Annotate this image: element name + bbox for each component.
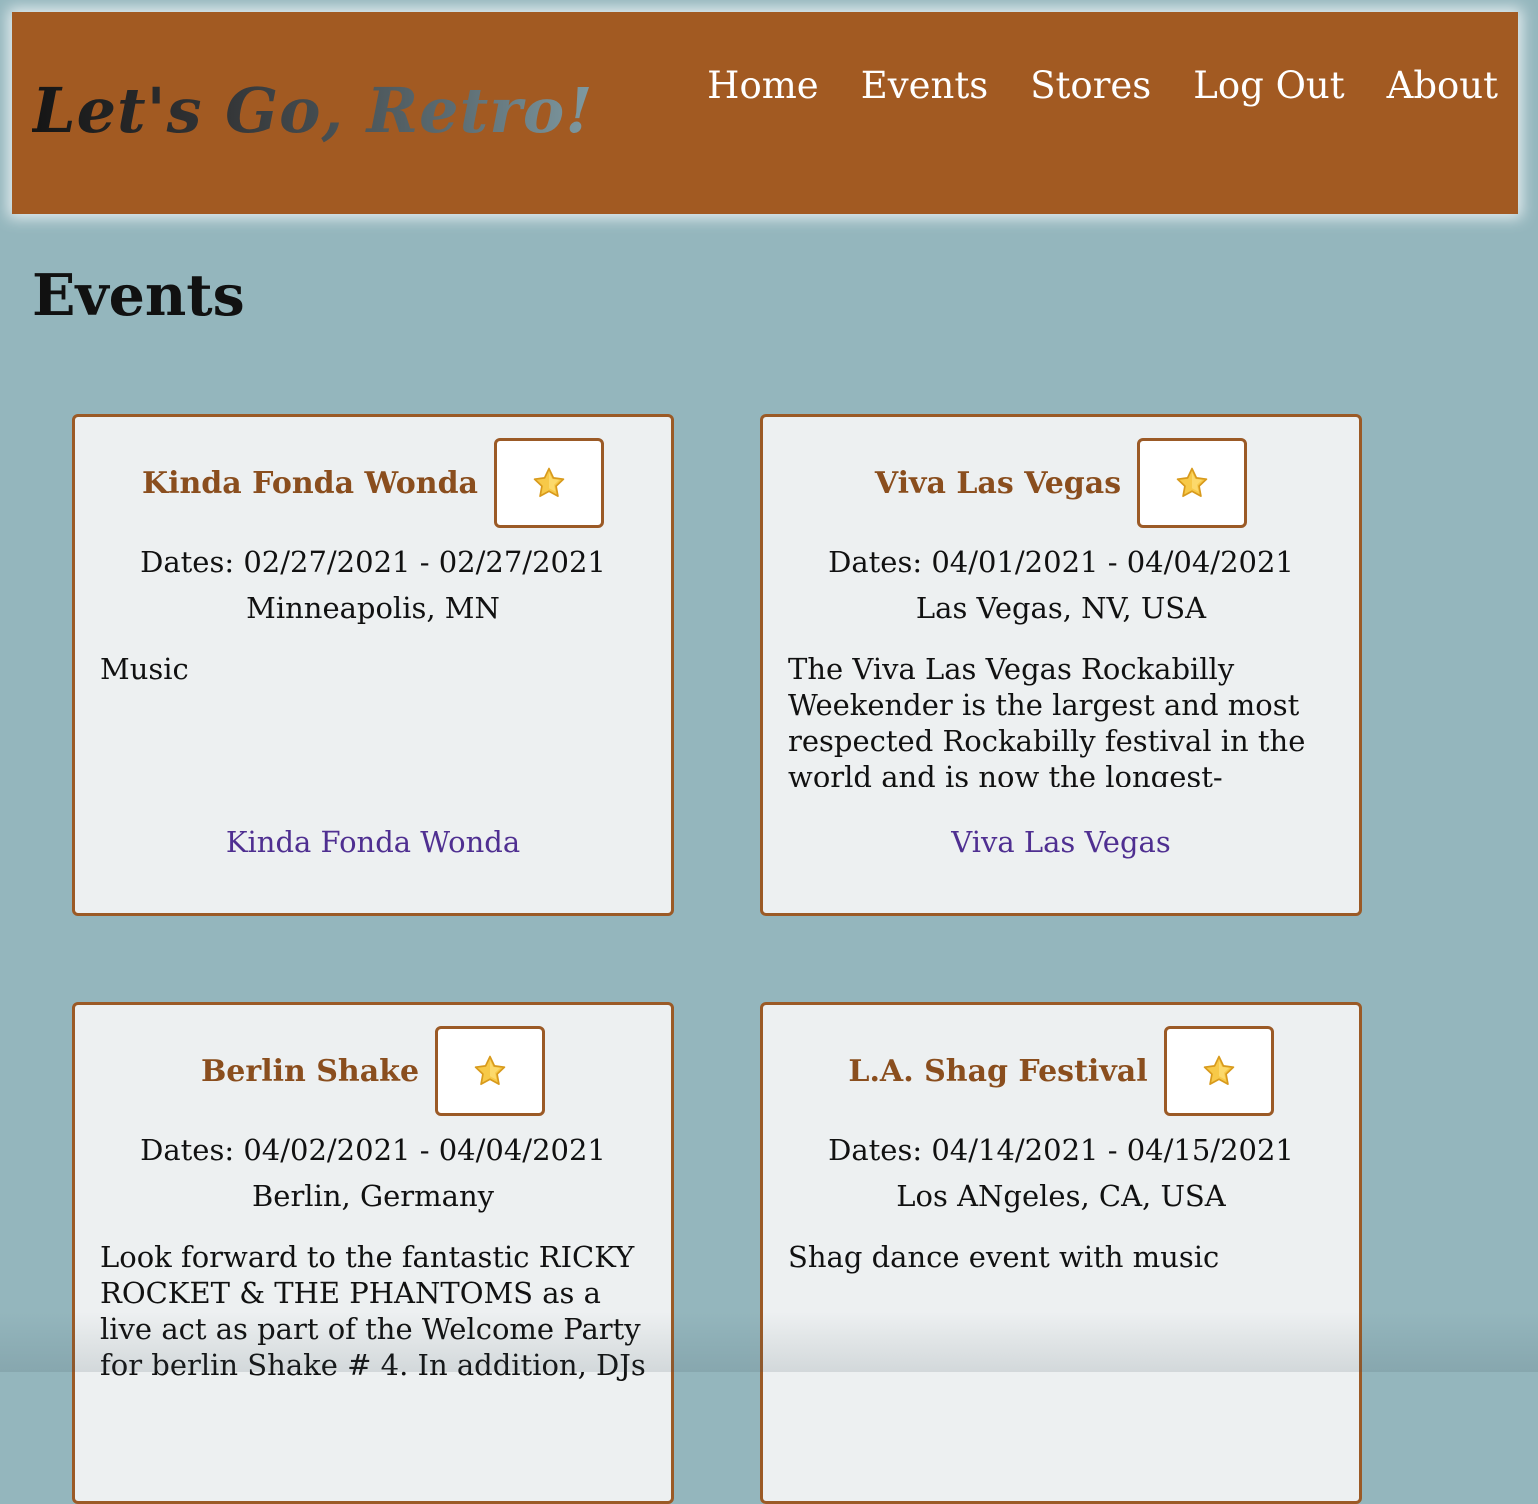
event-description: Music [100,651,646,797]
event-dates: Dates: 04/01/2021 - 04/04/2021 [763,545,1359,579]
event-location: Las Vegas, NV, USA [763,591,1359,625]
event-card-header: Berlin Shake [75,1025,671,1117]
event-dates: Dates: 04/02/2021 - 04/04/2021 [75,1133,671,1167]
event-card: Viva Las Vegas Dates: 04/01/2021 - 04/04… [760,414,1362,916]
event-description: The Viva Las Vegas Rockabilly Weekender … [788,651,1334,787]
event-card-header: L.A. Shag Festival [763,1025,1359,1117]
favorite-button[interactable] [1164,1026,1274,1116]
nav-log-out[interactable]: Log Out [1193,64,1344,107]
event-link[interactable]: Kinda Fonda Wonda [75,825,671,859]
nav-events[interactable]: Events [861,64,989,107]
event-title: Kinda Fonda Wonda [142,466,478,501]
event-description: Shag dance event with music [788,1239,1334,1385]
event-dates: Dates: 02/27/2021 - 02/27/2021 [75,545,671,579]
event-location: Berlin, Germany [75,1179,671,1213]
favorite-button[interactable] [1137,438,1247,528]
star-icon [532,466,566,500]
star-icon [1175,466,1209,500]
event-card: Berlin Shake Dates: 04/02/2021 - 04/04/2… [72,1002,674,1504]
event-title: Viva Las Vegas [875,466,1121,501]
event-card: L.A. Shag Festival Dates: 04/14/2021 - 0… [760,1002,1362,1504]
event-card: Kinda Fonda Wonda Dates: 02/27/2021 - 02… [72,414,674,916]
event-title: L.A. Shag Festival [848,1054,1147,1089]
event-title: Berlin Shake [201,1054,419,1089]
nav-about[interactable]: About [1387,64,1498,107]
page-title: Events [32,262,245,329]
nav-stores[interactable]: Stores [1030,64,1151,107]
event-description: Look forward to the fantastic RICKY ROCK… [100,1239,646,1385]
event-card-header: Viva Las Vegas [763,437,1359,529]
event-location: Los ANgeles, CA, USA [763,1179,1359,1213]
favorite-button[interactable] [435,1026,545,1116]
event-link[interactable]: Viva Las Vegas [763,825,1359,859]
nav-home[interactable]: Home [707,64,819,107]
favorite-button[interactable] [494,438,604,528]
star-icon [1202,1054,1236,1088]
event-dates: Dates: 04/14/2021 - 04/15/2021 [763,1133,1359,1167]
main-nav: Home Events Stores Log Out About [707,64,1498,107]
star-icon [473,1054,507,1088]
site-logo[interactable]: Let's Go, Retro! [32,74,593,147]
event-location: Minneapolis, MN [75,591,671,625]
event-card-header: Kinda Fonda Wonda [75,437,671,529]
site-header: Let's Go, Retro! Home Events Stores Log … [12,12,1518,214]
